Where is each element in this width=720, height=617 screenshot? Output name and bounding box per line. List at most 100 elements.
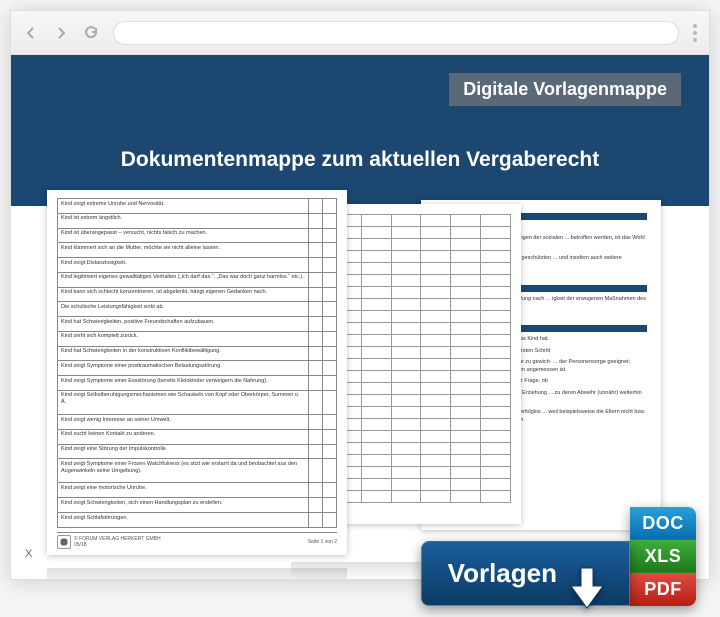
table-row: Die schulische Leistungsfähigkeit sinkt …: [58, 302, 337, 317]
checklist-cell: [323, 272, 337, 287]
grid-cell: [391, 251, 421, 263]
address-bar[interactable]: [113, 21, 679, 45]
grid-cell: [361, 455, 391, 467]
checklist-cell: [309, 213, 323, 228]
download-badge[interactable]: Vorlagen DOC XLS PDF: [421, 507, 696, 606]
table-row: Kind ist überangepasst – versucht, nicht…: [58, 228, 337, 243]
table-row: Kind zieht sich komplett zurück.: [58, 331, 337, 346]
grid-cell: [481, 275, 511, 287]
grid-cell: [391, 455, 421, 467]
grid-cell: [361, 239, 391, 251]
grid-cell: [361, 371, 391, 383]
viewport: Digitale Vorlagenmappe Dokumentenmappe z…: [11, 55, 709, 579]
format-list: DOC XLS PDF: [630, 507, 696, 606]
grid-cell: [451, 407, 481, 419]
grid-cell: [361, 479, 391, 491]
checklist-cell: [323, 317, 337, 332]
grid-cell: [391, 479, 421, 491]
grid-cell: [391, 227, 421, 239]
grid-cell: [361, 347, 391, 359]
grid-cell: [451, 491, 481, 503]
menu-button[interactable]: [693, 24, 697, 42]
grid-cell: [391, 347, 421, 359]
table-row: Kind klammert sich an die Mutter, möchte…: [58, 243, 337, 258]
grid-cell: [391, 407, 421, 419]
grid-cell: [481, 287, 511, 299]
table-row: Kind hat Schwierigkeiten, positive Freun…: [58, 317, 337, 332]
grid-cell: [451, 311, 481, 323]
grid-cell: [421, 395, 451, 407]
checklist-item-text: Kind ist überangepasst – versucht, nicht…: [58, 228, 309, 243]
close-button[interactable]: X: [25, 548, 32, 560]
checklist-item-text: Kind zeigt eine Störung der Impulskontro…: [58, 444, 309, 459]
grid-cell: [361, 311, 391, 323]
checklist-item-text: Kind zeigt Schwierigkeiten, sich einen H…: [58, 498, 309, 513]
browser-window: Digitale Vorlagenmappe Dokumentenmappe z…: [10, 10, 710, 580]
grid-cell: [391, 287, 421, 299]
checklist-cell: [323, 302, 337, 317]
table-row: Kind zeigt wenig Interesse an seiner Umw…: [58, 415, 337, 430]
grid-cell: [481, 335, 511, 347]
grid-cell: [451, 323, 481, 335]
grid-cell: [481, 419, 511, 431]
grid-cell: [391, 371, 421, 383]
product-tag: Digitale Vorlagenmappe: [449, 73, 681, 106]
grid-cell: [421, 359, 451, 371]
checklist-cell: [323, 258, 337, 273]
grid-cell: [451, 335, 481, 347]
checklist-item-text: Kind legitimiert eigenes gewalttätiges V…: [58, 272, 309, 287]
checklist-item-text: Kind kann sich schlecht konzentrieren, i…: [58, 287, 309, 302]
checklist-cell: [323, 459, 337, 483]
checklist-item-text: Kind zeigt Symptome einer Essstörung (be…: [58, 376, 309, 391]
grid-cell: [391, 311, 421, 323]
checklist-cell: [323, 331, 337, 346]
grid-cell: [421, 431, 451, 443]
grid-cell: [361, 323, 391, 335]
checklist-cell: [323, 429, 337, 444]
checklist-item-text: Kind ist extrem ängstlich.: [58, 213, 309, 228]
checklist-item-text: Kind zeigt Symptome einer Frozen Watchfu…: [58, 459, 309, 483]
table-row: Kind hat Schwierigkeiten in der konstruk…: [58, 346, 337, 361]
grid-cell: [361, 491, 391, 503]
grid-cell: [361, 395, 391, 407]
format-xls[interactable]: XLS: [630, 540, 696, 573]
grid-cell: [481, 359, 511, 371]
format-doc[interactable]: DOC: [630, 507, 696, 540]
grid-cell: [481, 443, 511, 455]
checklist-item-text: Kind zeigt Selbstberuhigungsmechanismen …: [58, 390, 309, 414]
grid-cell: [421, 479, 451, 491]
grid-cell: [451, 371, 481, 383]
reload-button[interactable]: [83, 25, 99, 41]
grid-cell: [481, 467, 511, 479]
grid-cell: [451, 359, 481, 371]
checklist-cell: [323, 513, 337, 528]
table-row: Kind sucht keinen Kontakt zu anderen.: [58, 429, 337, 444]
table-row: Kind zeigt Symptome einer Essstörung (be…: [58, 376, 337, 391]
checklist-cell: [323, 213, 337, 228]
checklist-cell: [323, 243, 337, 258]
checklist-cell: [309, 302, 323, 317]
checklist-cell: [309, 483, 323, 498]
checklist-cell: [309, 346, 323, 361]
back-button[interactable]: [23, 25, 39, 41]
grid-cell: [451, 443, 481, 455]
checklist-cell: [323, 415, 337, 430]
grid-cell: [451, 239, 481, 251]
grid-cell: [451, 347, 481, 359]
grid-cell: [421, 383, 451, 395]
checklist-cell: [309, 258, 323, 273]
grid-cell: [481, 431, 511, 443]
grid-cell: [361, 335, 391, 347]
checklist-cell: [323, 444, 337, 459]
forward-button[interactable]: [53, 25, 69, 41]
grid-cell: [361, 299, 391, 311]
grid-cell: [451, 263, 481, 275]
checklist-cell: [309, 429, 323, 444]
table-row: Kind legitimiert eigenes gewalttätiges V…: [58, 272, 337, 287]
grid-cell: [481, 251, 511, 263]
checklist-cell: [309, 390, 323, 414]
grid-cell: [421, 491, 451, 503]
grid-cell: [481, 371, 511, 383]
format-pdf[interactable]: PDF: [630, 573, 696, 606]
checklist-item-text: Kind zeigt Schlafstörungen.: [58, 513, 309, 528]
